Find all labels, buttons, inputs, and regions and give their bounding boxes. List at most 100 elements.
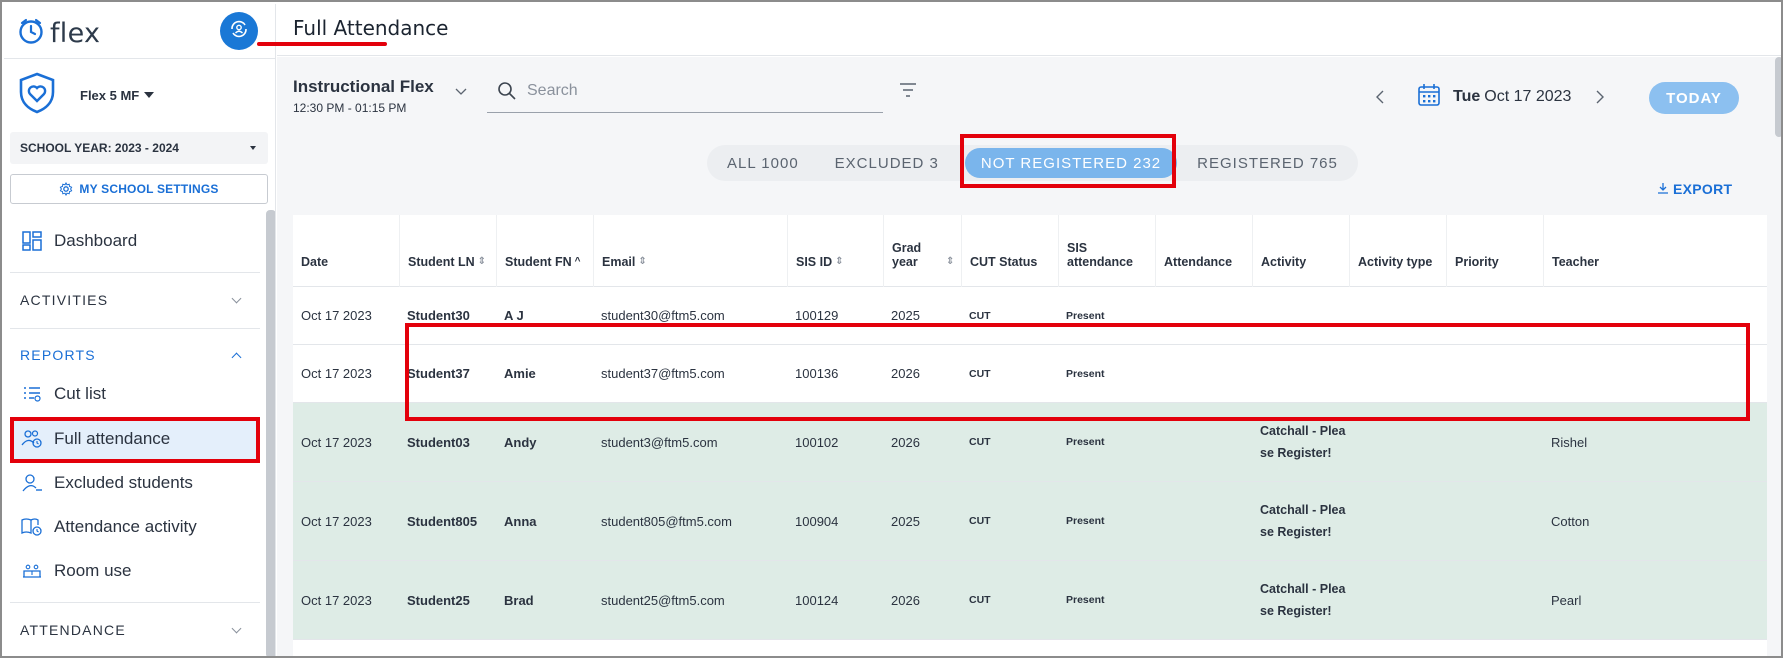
shield-heart-icon [18,72,56,119]
caret-down-icon [144,92,155,98]
col-activity[interactable]: Activity [1252,215,1349,287]
content-area: Instructional Flex 12:30 PM - 01:15 PM S… [277,57,1781,656]
section-attendance[interactable]: ATTENDANCE [20,618,244,642]
chevron-left-icon[interactable] [1373,87,1387,107]
search-field[interactable] [487,69,883,113]
export-button[interactable]: EXPORT [1657,181,1732,197]
cell-email: student30@ftm5.com [601,308,725,323]
tab-all[interactable]: ALL 1000 [713,148,813,178]
clock-logo-icon [18,17,44,50]
activity-line: Catchall - Plea [1260,582,1346,596]
filter-icon[interactable] [899,83,917,102]
cell-ln: Student37 [407,366,470,381]
section-label: REPORTS [20,347,96,363]
col-student-fn[interactable]: Student FN ^ [496,215,593,287]
column-header: Teacher [1552,255,1600,269]
table-row[interactable]: Oct 17 2023 Student03 Andy student3@ftm5.co… [293,403,1767,482]
sidebar-item-room-use[interactable]: Room use [20,556,131,586]
col-email[interactable]: Email ⇕ [593,215,787,287]
sidebar-item-dashboard[interactable]: Dashboard [20,226,137,256]
cell-att [1155,482,1163,560]
cell-grad: 2026 [891,434,920,450]
sidebar-item-label: Dashboard [54,231,138,250]
col-sis-attendance[interactable]: SIS attendance [1058,215,1155,287]
calendar-icon[interactable] [1417,83,1441,112]
col-grad-year[interactable]: Grad year ⇕ [883,215,961,287]
cell-teacher: Cotton [1551,513,1590,529]
col-teacher[interactable]: Teacher [1543,215,1767,287]
section-label: ACTIVITIES [20,292,109,308]
date-navigator: Tue Oct 17 2023 [1373,77,1607,117]
sidebar-item-label: Full attendance [54,429,171,448]
title-underline-annotation [257,42,387,46]
cell-sis: 100136 [795,366,839,381]
col-priority[interactable]: Priority [1446,215,1543,287]
caret-down-icon [250,146,256,150]
cell-fn: Andy [504,434,537,450]
list-icon [20,382,44,406]
column-header: Activity [1261,255,1307,269]
activity-line: se Register! [1260,604,1332,618]
today-button[interactable]: TODAY [1649,82,1739,114]
main-scrollbar[interactable] [1775,57,1781,137]
column-header: Activity type [1358,255,1433,269]
app-logo[interactable]: flex [18,16,100,50]
sync-button[interactable] [220,12,258,50]
tab-not-registered[interactable]: NOT REGISTERED 232 [964,148,1178,178]
school-switcher[interactable]: Flex 5 MF [18,70,155,120]
cell-teacher: Pearl [1551,592,1582,608]
page-header: Full Attendance [277,4,1781,56]
sidebar-scrollbar[interactable] [266,210,275,656]
section-activities[interactable]: ACTIVITIES [20,288,244,312]
table-row[interactable]: Oct 17 2023 Student25 Brad student25@ftm5.c… [293,561,1767,640]
sidebar-item-cut-list[interactable]: Cut list [20,379,106,409]
my-school-settings-button[interactable]: MY SCHOOL SETTINGS [10,174,268,204]
cell-sisatt: Present [1066,436,1105,448]
activity-line: se Register! [1260,446,1332,460]
current-date: Tue Oct 17 2023 [1453,88,1571,106]
table-row[interactable]: Oct 17 2023 Student805 Anna student805@ftm5… [293,482,1767,561]
sort-icon: ⇕ [946,256,955,267]
activity-line: Catchall - Plea [1260,503,1346,517]
column-header: SIS ID [796,255,833,269]
sidebar-item-label: Attendance activity [54,517,197,536]
cell-priority [1446,561,1454,639]
cell-email: student3@ftm5.com [601,434,718,450]
school-year-select[interactable]: SCHOOL YEAR: 2023 - 2024 [10,132,268,164]
filter-tabs: ALL 1000 EXCLUDED 3 NOT REGISTERED 232 R… [707,145,1358,181]
sidebar-item-excluded-students[interactable]: Excluded students [20,468,193,498]
cell-type [1349,345,1357,402]
tab-excluded[interactable]: EXCLUDED 3 [821,148,953,178]
sidebar-item-full-attendance[interactable]: Full attendance [14,418,258,460]
period-selector[interactable]: Instructional Flex 12:30 PM - 01:15 PM [293,77,467,115]
cell-sisatt: Present [1066,367,1105,380]
col-student-ln[interactable]: Student LN ⇕ [399,215,496,287]
section-reports[interactable]: REPORTS [20,343,244,367]
col-activity-type[interactable]: Activity type [1349,215,1446,287]
table-row[interactable]: Oct 17 2023 Student30 A J student30@ftm5.co… [293,287,1767,345]
cell-grad: 2026 [891,366,920,381]
sidebar-item-attendance-activity[interactable]: Attendance activity [20,512,197,542]
column-header: SIS attendance [1067,241,1133,269]
cell-cut: CUT [969,594,991,606]
cell-att [1155,403,1163,481]
book-clock-icon [20,515,44,539]
cell-type [1349,287,1357,344]
tab-registered[interactable]: REGISTERED 765 [1183,148,1352,178]
search-input[interactable] [527,81,857,100]
date-text: Oct 17 2023 [1484,88,1572,105]
col-cut-status[interactable]: CUT Status [961,215,1058,287]
gear-icon [59,182,73,196]
col-date[interactable]: Date [293,215,399,287]
period-name: Instructional Flex [293,77,434,96]
cell-activity [1252,287,1260,344]
cell-att [1155,287,1163,344]
sort-asc-icon: ^ [574,256,581,267]
chevron-right-icon[interactable] [1593,87,1607,107]
cell-email: student805@ftm5.com [601,513,732,529]
table-row[interactable]: Oct 17 2023 Student37 Amie student37@ftm5.c… [293,345,1767,403]
col-attendance[interactable]: Attendance [1155,215,1252,287]
users-clock-icon [20,427,44,451]
col-sis-id[interactable]: SIS ID ⇕ [787,215,883,287]
cell-date: Oct 17 2023 [301,592,372,608]
